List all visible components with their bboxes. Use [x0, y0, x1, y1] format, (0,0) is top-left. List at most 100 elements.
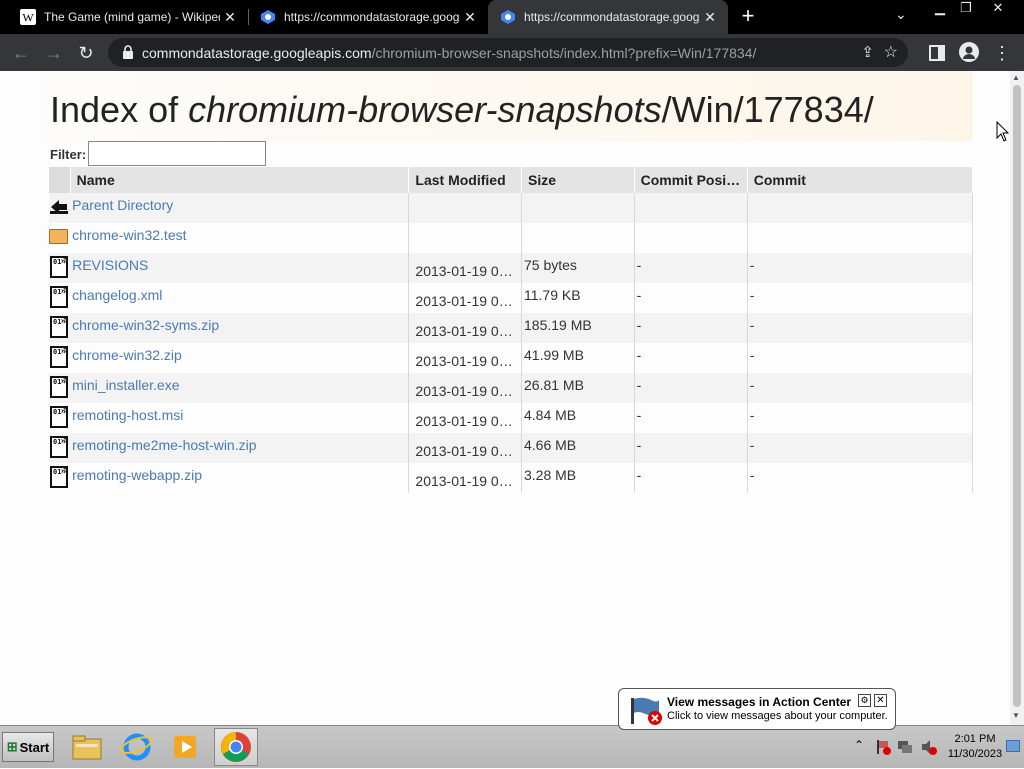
chrome-icon[interactable] — [214, 728, 258, 766]
column-header-last-modified[interactable]: Last Modified — [408, 167, 522, 193]
tab-search-chevron-icon[interactable]: ⌄ — [895, 6, 907, 23]
column-header-commit[interactable]: Commit — [747, 167, 974, 193]
share-icon[interactable]: ⇪ — [861, 43, 874, 61]
show-desktop-button[interactable] — [1006, 740, 1020, 752]
restore-button[interactable]: ❐ — [951, 0, 981, 18]
tab-commondatastorage-1[interactable]: https://commondatastorage.googleap ✕ — [248, 0, 488, 34]
size-cell: 3.28 MB — [521, 463, 635, 493]
media-player-icon[interactable] — [163, 728, 207, 766]
forward-arrow-icon[interactable]: → — [43, 42, 65, 64]
commit-cell: - — [747, 343, 974, 373]
name-cell: remoting-host.msi — [70, 403, 410, 433]
size-cell: 185.19 MB — [521, 313, 635, 343]
start-button[interactable]: ⊞ Start — [2, 732, 54, 762]
column-header-name[interactable]: Name — [70, 167, 410, 193]
close-tab-icon[interactable]: ✕ — [220, 9, 240, 26]
bookmark-star-icon[interactable]: ☆ — [884, 42, 898, 62]
last-modified-cell: 2013-01-19 0… — [408, 463, 522, 493]
commit-position-cell: - — [634, 403, 748, 433]
side-panel-icon[interactable] — [926, 42, 948, 64]
table-row: remoting-host.msi2013-01-19 0…4.84 MB-- — [49, 403, 974, 433]
table-row: mini_installer.exe2013-01-19 0…26.81 MB-… — [49, 373, 974, 403]
explorer-icon[interactable] — [65, 728, 109, 766]
scroll-down-arrow-icon[interactable]: ▼ — [1012, 711, 1020, 720]
name-cell: remoting-me2me-host-win.zip — [70, 433, 410, 463]
internet-explorer-icon[interactable] — [115, 728, 159, 766]
file-link[interactable]: remoting-webapp.zip — [72, 467, 202, 483]
window-close-button[interactable]: ✕ — [983, 0, 1013, 18]
title-prefix: Index of — [50, 89, 189, 130]
commit-cell: - — [747, 283, 974, 313]
name-cell: changelog.xml — [70, 283, 410, 313]
tab-title: https://commondatastorage.googleap — [524, 10, 700, 24]
name-cell: chrome-win32.zip — [70, 343, 410, 373]
volume-muted-icon[interactable] — [920, 738, 938, 756]
scrollbar-thumb[interactable] — [1013, 85, 1021, 707]
commit-position-cell: - — [634, 313, 748, 343]
table-row: remoting-me2me-host-win.zip 2013-01-19 0…… — [49, 433, 974, 463]
binary-file-icon — [50, 346, 68, 368]
icon-cell — [49, 433, 71, 463]
menu-kebab-icon[interactable]: ⋮ — [991, 42, 1013, 64]
file-link[interactable]: chrome-win32.test — [72, 227, 186, 243]
close-tab-icon[interactable]: ✕ — [460, 9, 480, 26]
file-link[interactable]: mini_installer.exe — [72, 377, 179, 393]
back-arrow-icon[interactable]: ← — [10, 42, 32, 64]
last-modified-cell: 2013-01-19 0… — [408, 253, 522, 283]
notification-options-icon[interactable]: ⚙ — [858, 694, 871, 707]
commit-cell: - — [747, 463, 974, 493]
clock[interactable]: 2:01 PM 11/30/2023 — [940, 732, 1010, 762]
parent-directory-icon — [50, 200, 68, 214]
binary-file-icon — [50, 286, 68, 308]
url-text[interactable]: commondatastorage.googleapis.com/chromiu… — [142, 45, 756, 61]
action-center-notification[interactable]: View messages in Action Center Click to … — [618, 688, 896, 730]
vertical-scrollbar[interactable]: ▲ ▼ — [1010, 71, 1024, 725]
network-icon[interactable] — [896, 738, 914, 756]
name-cell: Parent Directory — [70, 193, 410, 223]
commit-position-cell: - — [634, 343, 748, 373]
size-cell: 41.99 MB — [521, 343, 635, 373]
commit-cell: - — [747, 313, 974, 343]
profile-avatar-icon[interactable] — [958, 42, 980, 64]
commit-cell — [747, 223, 974, 253]
size-cell: 4.84 MB — [521, 403, 635, 433]
column-header-size[interactable]: Size — [521, 167, 635, 193]
action-center-flag-icon[interactable] — [874, 738, 892, 756]
clock-time: 2:01 PM — [954, 733, 996, 745]
tab-commondatastorage-2[interactable]: https://commondatastorage.googleap ✕ — [488, 0, 728, 34]
file-link[interactable]: REVISIONS — [72, 257, 148, 273]
size-cell: 4.66 MB — [521, 433, 635, 463]
close-tab-icon[interactable]: ✕ — [700, 9, 720, 26]
name-cell: remoting-webapp.zip — [70, 463, 410, 493]
show-hidden-icons-icon[interactable]: ⌃ — [854, 738, 864, 752]
file-link[interactable]: chrome-win32-syms.zip — [72, 317, 219, 333]
scroll-up-arrow-icon[interactable]: ▲ — [1012, 73, 1020, 82]
column-header-commit-position[interactable]: Commit Posi… — [634, 167, 748, 193]
icon-cell — [49, 253, 71, 283]
file-link[interactable]: remoting-host.msi — [72, 407, 183, 423]
icon-cell — [49, 313, 71, 343]
file-link[interactable]: chrome-win32.zip — [72, 347, 182, 363]
table-row: chrome-win32-syms.zip 2013-01-19 0…185.19… — [49, 313, 974, 343]
commit-position-cell: - — [634, 433, 748, 463]
file-link[interactable]: remoting-me2me-host-win.zip — [72, 437, 256, 453]
icon-column-header — [49, 167, 71, 193]
binary-file-icon — [50, 466, 68, 488]
notification-text: Click to view messages about your comput… — [667, 710, 888, 722]
new-tab-button[interactable]: + — [738, 5, 758, 29]
notification-close-icon[interactable]: ✕ — [874, 694, 887, 707]
binary-file-icon — [50, 256, 68, 278]
commit-cell — [747, 193, 974, 223]
filter-input[interactable] — [88, 141, 266, 166]
icon-cell — [49, 403, 71, 433]
address-bar[interactable]: commondatastorage.googleapis.com/chromiu… — [108, 38, 908, 67]
browser-toolbar: ← → ↻ commondatastorage.googleapis.com/c… — [0, 34, 1024, 71]
commit-cell: - — [747, 253, 974, 283]
tab-wikipedia[interactable]: W The Game (mind game) - Wikipedia ✕ — [8, 0, 248, 34]
file-link[interactable]: changelog.xml — [72, 287, 162, 303]
reload-icon[interactable]: ↻ — [75, 42, 97, 64]
name-cell: mini_installer.exe — [70, 373, 410, 403]
file-link[interactable]: Parent Directory — [72, 197, 173, 213]
last-modified-cell — [408, 223, 522, 253]
lock-icon[interactable] — [120, 44, 136, 60]
